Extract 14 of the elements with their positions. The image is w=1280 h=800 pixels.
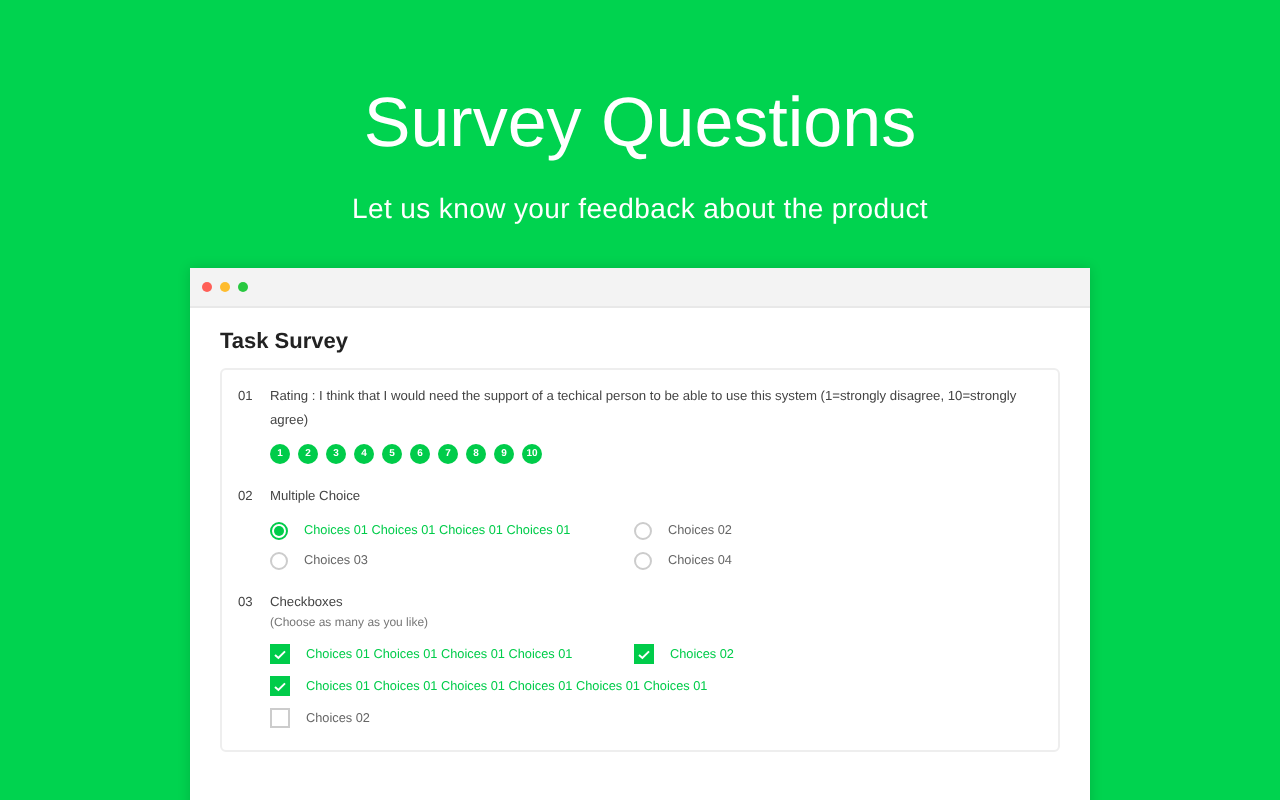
radio-button[interactable] xyxy=(634,552,652,570)
hero-title: Survey Questions xyxy=(363,82,917,166)
close-dot[interactable] xyxy=(202,282,212,292)
radio-button[interactable] xyxy=(634,522,652,540)
checkbox[interactable] xyxy=(270,644,290,664)
checkbox[interactable] xyxy=(634,644,654,664)
checkbox[interactable] xyxy=(270,708,290,728)
radio-button[interactable] xyxy=(270,522,288,540)
hero-subtitle: Let us know your feedback about the product xyxy=(351,192,928,224)
zoom-dot[interactable] xyxy=(238,282,248,292)
checkbox[interactable] xyxy=(270,676,290,696)
window-title: Task Survey xyxy=(218,328,351,358)
radio-button[interactable] xyxy=(270,552,288,570)
minimize-dot[interactable] xyxy=(220,282,230,292)
